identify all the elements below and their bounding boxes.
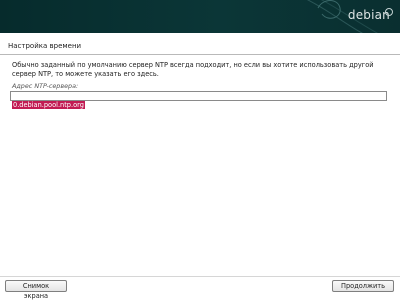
step-title-bar: Настройка времени [0, 40, 400, 55]
screenshot-button[interactable]: Снимок экрана [5, 280, 67, 300]
continue-button[interactable]: Продолжить [332, 280, 394, 292]
ntp-server-input[interactable]: 0.debian.pool.ntp.org [10, 91, 387, 109]
footer-divider [0, 276, 400, 277]
debian-logo: debian [347, 8, 390, 22]
ntp-server-value: 0.debian.pool.ntp.org [12, 101, 85, 109]
debian-swirl-icon [385, 8, 393, 16]
banner-swirl-decoration [306, 0, 378, 33]
installer-banner: debian [0, 0, 400, 33]
ntp-field-label: Адрес NTP-сервера: [12, 82, 79, 90]
ntp-description: Обычно заданный по умолчанию сервер NTP … [12, 61, 374, 78]
page-title: Настройка времени [8, 42, 82, 50]
